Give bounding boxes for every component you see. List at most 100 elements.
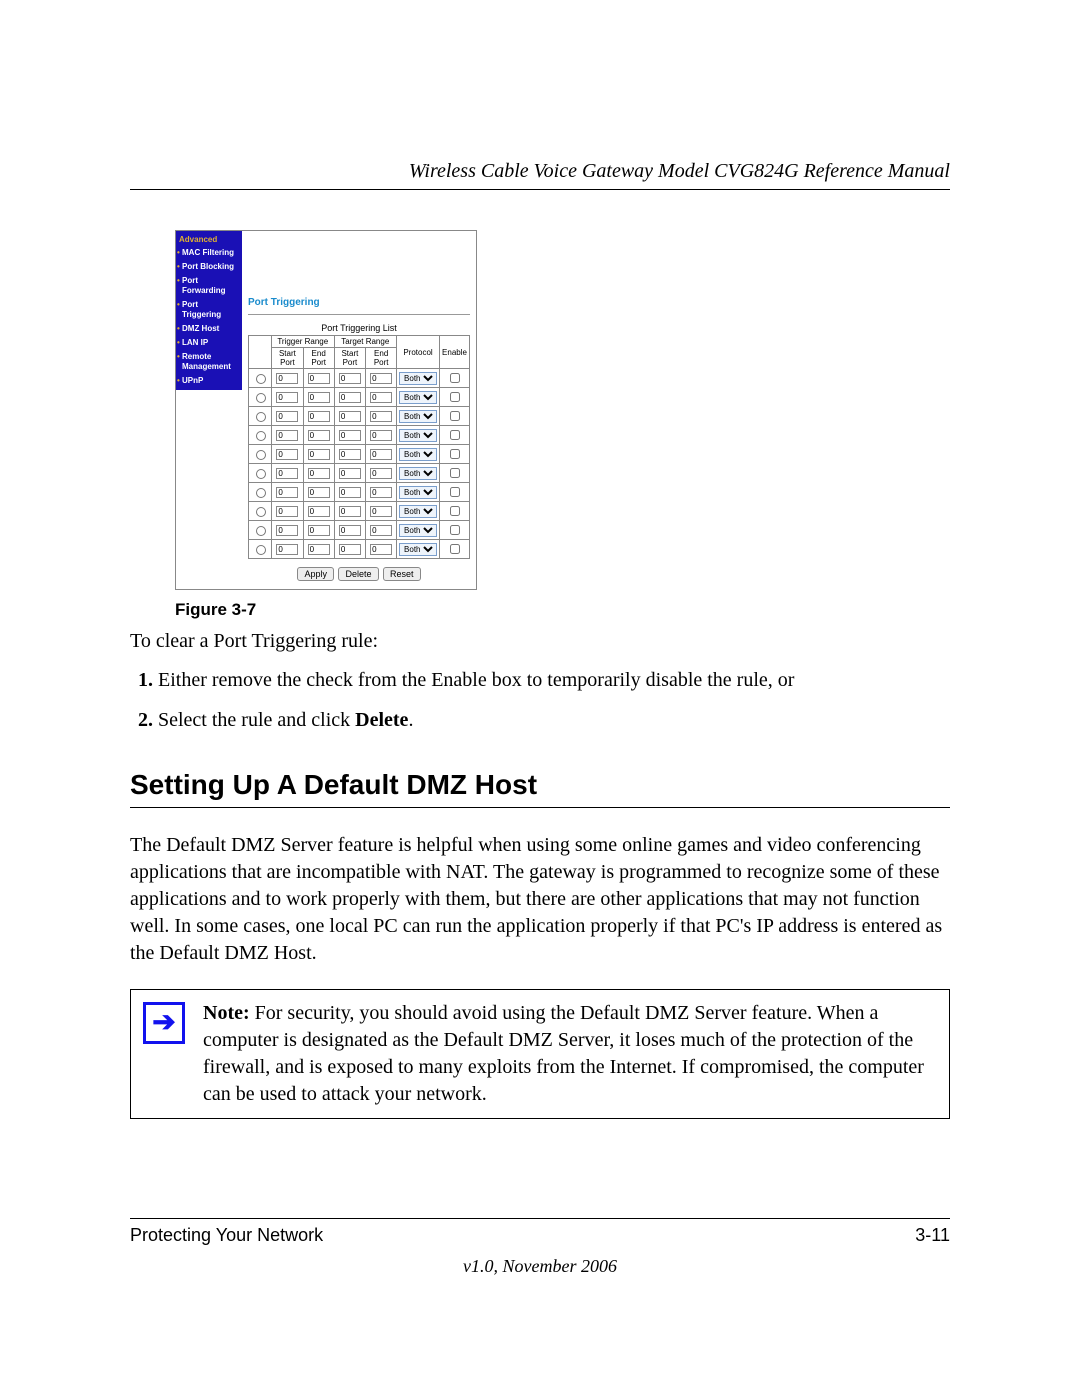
doc-header-title: Wireless Cable Voice Gateway Model CVG82… [130, 160, 950, 190]
row-select-radio[interactable] [256, 374, 266, 384]
target-end-input[interactable] [370, 449, 392, 460]
row-select-radio[interactable] [256, 545, 266, 555]
trigger-start-input[interactable] [276, 392, 298, 403]
nav-item[interactable]: Port Forwarding [176, 274, 242, 298]
trigger-start-input[interactable] [276, 449, 298, 460]
enable-checkbox[interactable] [450, 392, 460, 402]
target-end-input[interactable] [370, 506, 392, 517]
port-trigger-table: Trigger Range Target Range Protocol Enab… [248, 335, 470, 559]
trigger-start-input[interactable] [276, 544, 298, 555]
trigger-start-input[interactable] [276, 506, 298, 517]
protocol-select[interactable]: Both [399, 372, 437, 385]
target-start-input[interactable] [339, 411, 361, 422]
trigger-start-input[interactable] [276, 373, 298, 384]
row-select-radio[interactable] [256, 469, 266, 479]
trigger-end-input[interactable] [308, 468, 330, 479]
enable-checkbox[interactable] [450, 487, 460, 497]
target-start-input[interactable] [339, 506, 361, 517]
col-protocol: Protocol [397, 336, 440, 369]
trigger-start-input[interactable] [276, 525, 298, 536]
protocol-select[interactable]: Both [399, 391, 437, 404]
enable-checkbox[interactable] [450, 373, 460, 383]
table-row: Both [249, 388, 470, 407]
target-start-input[interactable] [339, 373, 361, 384]
trigger-end-input[interactable] [308, 449, 330, 460]
protocol-select[interactable]: Both [399, 448, 437, 461]
trigger-end-input[interactable] [308, 411, 330, 422]
row-select-radio[interactable] [256, 526, 266, 536]
enable-checkbox[interactable] [450, 468, 460, 478]
trigger-end-input[interactable] [308, 373, 330, 384]
target-start-input[interactable] [339, 430, 361, 441]
trigger-start-input[interactable] [276, 487, 298, 498]
apply-button[interactable]: Apply [297, 567, 334, 581]
delete-button[interactable]: Delete [338, 567, 378, 581]
target-end-input[interactable] [370, 468, 392, 479]
target-start-input[interactable] [339, 525, 361, 536]
target-end-input[interactable] [370, 392, 392, 403]
enable-checkbox[interactable] [450, 506, 460, 516]
section-heading: Setting Up A Default DMZ Host [130, 769, 950, 801]
step-item: Select the rule and click Delete. [158, 705, 950, 735]
target-start-input[interactable] [339, 487, 361, 498]
nav-item[interactable]: UPnP [176, 374, 242, 388]
col-start: Start Port [334, 348, 366, 369]
trigger-start-input[interactable] [276, 430, 298, 441]
row-select-radio[interactable] [256, 393, 266, 403]
router-nav: Advanced MAC Filtering Port Blocking Por… [176, 231, 242, 390]
protocol-select[interactable]: Both [399, 467, 437, 480]
trigger-end-input[interactable] [308, 430, 330, 441]
panel-title: Port Triggering [248, 297, 470, 308]
trigger-end-input[interactable] [308, 487, 330, 498]
table-row: Both [249, 540, 470, 559]
col-end: End Port [303, 348, 334, 369]
enable-checkbox[interactable] [450, 544, 460, 554]
target-start-input[interactable] [339, 544, 361, 555]
trigger-end-input[interactable] [308, 392, 330, 403]
target-end-input[interactable] [370, 373, 392, 384]
trigger-start-input[interactable] [276, 468, 298, 479]
row-select-radio[interactable] [256, 412, 266, 422]
protocol-select[interactable]: Both [399, 486, 437, 499]
target-end-input[interactable] [370, 525, 392, 536]
trigger-end-input[interactable] [308, 544, 330, 555]
row-select-radio[interactable] [256, 488, 266, 498]
trigger-start-input[interactable] [276, 411, 298, 422]
target-end-input[interactable] [370, 411, 392, 422]
trigger-end-input[interactable] [308, 525, 330, 536]
footer-page: 3-11 [915, 1225, 950, 1246]
nav-item[interactable]: Remote Management [176, 350, 242, 374]
protocol-select[interactable]: Both [399, 429, 437, 442]
enable-checkbox[interactable] [450, 449, 460, 459]
nav-item[interactable]: MAC Filtering [176, 246, 242, 260]
target-start-input[interactable] [339, 468, 361, 479]
protocol-select[interactable]: Both [399, 524, 437, 537]
table-row: Both [249, 502, 470, 521]
nav-item[interactable]: DMZ Host [176, 322, 242, 336]
nav-item[interactable]: Port Triggering [176, 298, 242, 322]
table-row: Both [249, 521, 470, 540]
target-end-input[interactable] [370, 487, 392, 498]
enable-checkbox[interactable] [450, 525, 460, 535]
target-start-input[interactable] [339, 392, 361, 403]
trigger-end-input[interactable] [308, 506, 330, 517]
figure-caption: Figure 3-7 [175, 600, 950, 620]
enable-checkbox[interactable] [450, 411, 460, 421]
protocol-select[interactable]: Both [399, 410, 437, 423]
target-end-input[interactable] [370, 544, 392, 555]
reset-button[interactable]: Reset [383, 567, 421, 581]
row-select-radio[interactable] [256, 507, 266, 517]
section-body: The Default DMZ Server feature is helpfu… [130, 832, 950, 967]
arrow-icon: ➔ [152, 1009, 175, 1037]
protocol-select[interactable]: Both [399, 505, 437, 518]
step-item: Either remove the check from the Enable … [158, 665, 950, 695]
enable-checkbox[interactable] [450, 430, 460, 440]
row-select-radio[interactable] [256, 450, 266, 460]
target-start-input[interactable] [339, 449, 361, 460]
row-select-radio[interactable] [256, 431, 266, 441]
target-end-input[interactable] [370, 430, 392, 441]
note-icon: ➔ [143, 1002, 185, 1044]
nav-item[interactable]: LAN IP [176, 336, 242, 350]
nav-item[interactable]: Port Blocking [176, 260, 242, 274]
protocol-select[interactable]: Both [399, 543, 437, 556]
